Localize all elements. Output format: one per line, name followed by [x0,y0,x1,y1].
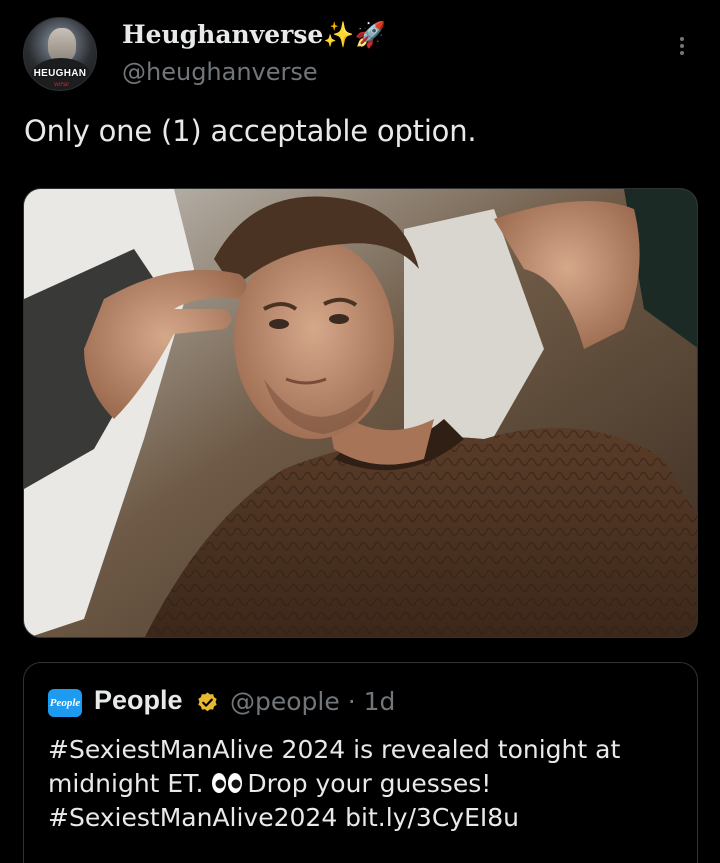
avatar-logo-subtext: verse [54,80,69,88]
tweet-photo[interactable] [23,188,698,638]
more-options-icon[interactable] [672,34,692,64]
avatar-face [48,28,76,62]
quoted-line-2-before: midnight ET. [48,769,204,798]
author-display-name[interactable]: Heughanverse✨🚀 [122,20,386,50]
verified-badge-icon [198,692,217,712]
avatar[interactable]: HEUGHAN verse [23,17,97,91]
photo-illustration [24,189,697,637]
quoted-author-name: People [94,685,183,715]
tweet-text: Only one (1) acceptable option. [24,114,477,148]
quoted-tweet-text: #SexiestManAlive 2024 is revealed tonigh… [48,733,678,835]
quoted-handle-time: @people · 1d [230,687,396,716]
avatar-logo-text: HEUGHAN [33,68,87,79]
quoted-line-2: midnight ET. Drop your guesses! [48,767,678,801]
quoted-line-3: #SexiestManAlive2024 bit.ly/3CyEI8u [48,803,519,832]
quoted-line-2-after: Drop your guesses! [247,769,492,798]
quoted-tweet[interactable]: People People @people · 1d #SexiestManAl… [23,662,698,863]
quoted-line-1: #SexiestManAlive 2024 is revealed tonigh… [48,735,621,764]
people-logo: People [48,689,82,717]
author-handle[interactable]: @heughanverse [122,58,318,86]
eyes-icon [212,773,243,793]
